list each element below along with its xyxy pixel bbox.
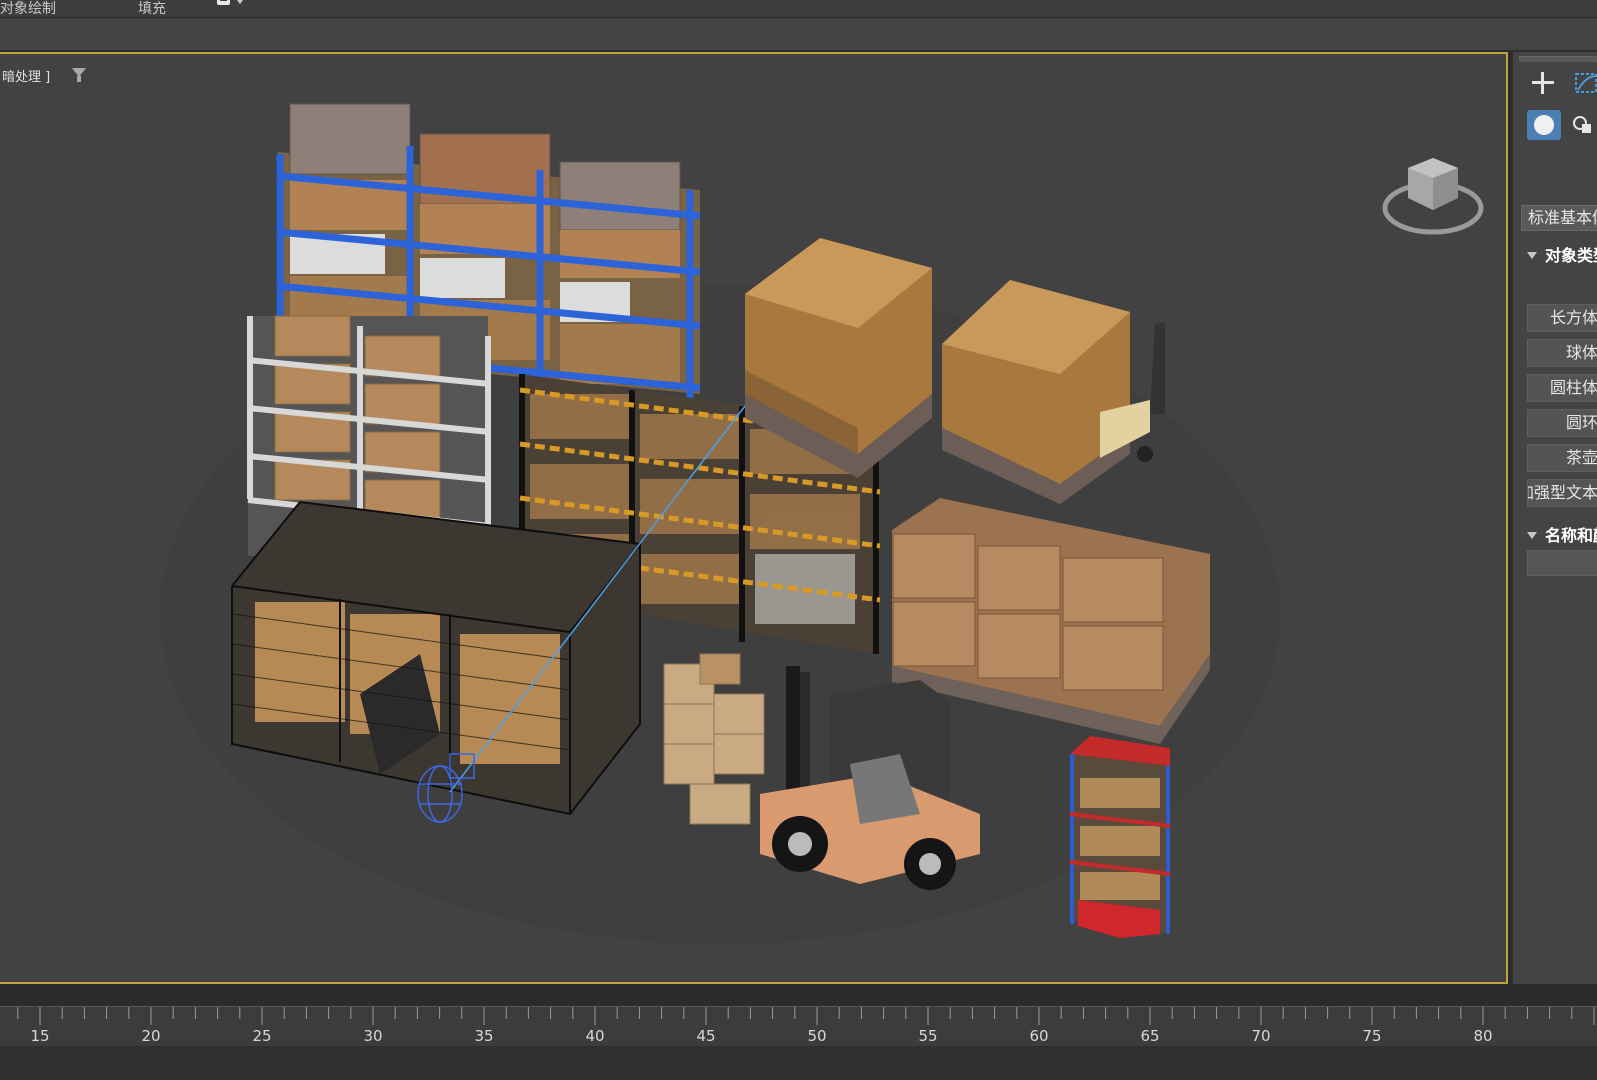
ribbon-area <box>0 18 1597 51</box>
collapse-triangle-icon <box>1527 532 1537 539</box>
category-select[interactable]: 标准基本体 <box>1521 205 1597 231</box>
tick-label: 75 <box>1362 1027 1382 1045</box>
section-object-type[interactable]: 对象类型 <box>1521 242 1597 264</box>
tick-label: 25 <box>252 1027 272 1045</box>
menu-bar: 对象绘制 填充 <box>0 0 1597 18</box>
box-button[interactable]: 长方体 <box>1527 304 1597 332</box>
tick-label: 55 <box>918 1027 938 1045</box>
timeline-ticks <box>17 1007 1595 1025</box>
warehouse-scene[interactable] <box>0 54 1508 984</box>
create-plus-icon[interactable] <box>1527 68 1559 98</box>
text-plus-button[interactable]: 加强型文本 <box>1527 479 1597 507</box>
panel-grip <box>1519 56 1597 62</box>
tick-label: 65 <box>1140 1027 1160 1045</box>
object-name-field[interactable] <box>1527 550 1597 576</box>
cylinder-button[interactable]: 圆柱体 <box>1527 374 1597 402</box>
timeline-ruler[interactable]: 15 20 25 30 35 40 45 50 55 60 65 70 75 8… <box>0 1006 1597 1047</box>
geometry-sphere-icon[interactable] <box>1527 110 1561 140</box>
viewcube-icon[interactable] <box>1378 150 1488 245</box>
status-strip <box>0 1046 1597 1080</box>
shapes-icon[interactable] <box>1567 110 1597 140</box>
collapse-triangle-icon <box>1527 252 1537 259</box>
teapot-button[interactable]: 茶壶 <box>1527 444 1597 472</box>
tick-label: 20 <box>141 1027 161 1045</box>
tick-label: 80 <box>1473 1027 1493 1045</box>
viewport-gap <box>0 984 1597 1006</box>
modify-icon[interactable] <box>1571 68 1597 98</box>
section-name-color[interactable]: 名称和颜色 <box>1521 522 1597 544</box>
menu-fill[interactable]: 填充 <box>138 0 166 18</box>
tick-label: 60 <box>1029 1027 1049 1045</box>
mobile-shelf-robot[interactable] <box>1069 736 1171 938</box>
torus-button[interactable]: 圆环 <box>1527 409 1597 437</box>
command-panel: 标准基本体 对象类型 长方体 球体 圆柱体 圆环 茶壶 加强型文本 名称和颜色 <box>1512 52 1597 984</box>
tick-label: 50 <box>807 1027 827 1045</box>
tick-label: 35 <box>474 1027 494 1045</box>
tick-label: 30 <box>363 1027 383 1045</box>
menu-object-paint[interactable]: 对象绘制 <box>0 0 56 18</box>
tick-label: 45 <box>696 1027 716 1045</box>
sphere-button[interactable]: 球体 <box>1527 339 1597 367</box>
perspective-viewport[interactable]: 暗处理 ] <box>0 52 1508 984</box>
tick-label: 70 <box>1251 1027 1271 1045</box>
tick-label: 15 <box>30 1027 50 1045</box>
tick-label: 40 <box>585 1027 605 1045</box>
save-dropdown-icon[interactable] <box>217 0 247 14</box>
